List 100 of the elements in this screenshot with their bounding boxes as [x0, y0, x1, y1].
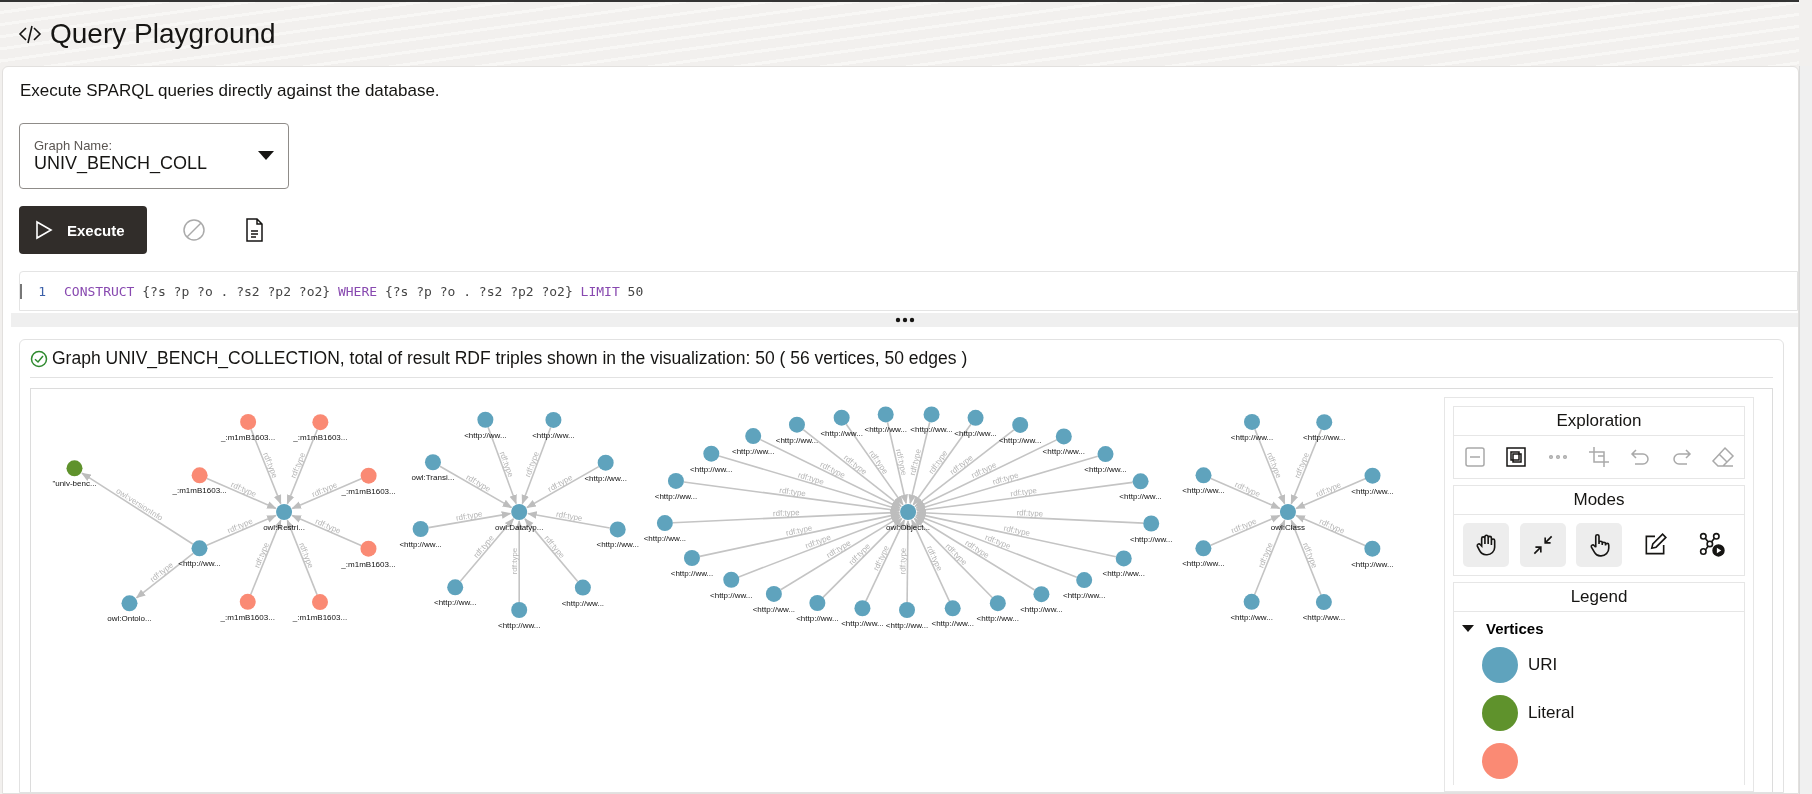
vertex — [1316, 414, 1333, 431]
legend-section-toggle[interactable]: Vertices — [1454, 612, 1552, 641]
vertex-label: _:m1mB1603... — [341, 559, 396, 569]
edge-label: rdf:type — [1016, 508, 1044, 519]
vertex — [360, 467, 377, 484]
select-button[interactable] — [1575, 523, 1622, 567]
vertex — [609, 521, 626, 538]
vertex-label: owl:Class — [1270, 523, 1306, 532]
edge-label: rdf:type — [1265, 451, 1284, 480]
panel-title: Exploration — [1454, 407, 1744, 436]
vertex-label: <http://ww... — [864, 425, 907, 435]
vertex — [703, 445, 720, 462]
graph-name-dropdown[interactable]: Graph Name: UNIV_BENCH_COLL — [19, 123, 289, 189]
vertex-label: <http://ww... — [820, 428, 863, 438]
vertex — [683, 550, 700, 566]
vertex — [66, 460, 83, 477]
panel-title: Legend — [1454, 583, 1744, 612]
edge-label: rdf:type — [772, 507, 800, 519]
vertex — [1132, 473, 1149, 490]
vertex-label: _:m1mB1603... — [292, 613, 348, 623]
vertex-label: _:m1mB1603... — [172, 486, 227, 496]
vertex — [511, 504, 528, 520]
legend-label: Literal — [1528, 703, 1575, 723]
edge-label: rdf:type — [523, 450, 541, 479]
vertex — [989, 595, 1006, 612]
vertex — [597, 454, 614, 471]
code-line[interactable]: CONSTRUCT {?s ?p ?o . ?s2 ?p2 ?o2} WHERE {?s ?p ?o . ?s2 ?p2 ?o2} LIMIT 50 — [64, 283, 644, 299]
vertex-label: _:m1mB1603... — [221, 432, 276, 442]
vertex-label: <http://ww... — [596, 540, 639, 550]
pan-button[interactable] — [1463, 523, 1510, 567]
vertex — [900, 504, 917, 520]
edge-label: rdf:type — [555, 509, 584, 524]
vertex-label: <http://ww... — [464, 430, 507, 440]
vertex — [1243, 593, 1260, 610]
vertex-label: <http://ww... — [954, 428, 997, 438]
vertex — [121, 595, 138, 612]
vertex — [809, 595, 826, 611]
vertex — [1279, 504, 1296, 520]
vertex — [191, 467, 208, 484]
vertex-label: <http://ww... — [796, 614, 839, 623]
vertex — [191, 540, 208, 557]
vertex-label: <http://ww... — [710, 590, 753, 600]
legend-label: URI — [1528, 655, 1558, 675]
vertex-label: <http://ww... — [178, 559, 221, 569]
vertex-label: <http://ww... — [752, 604, 796, 614]
vertex-label: <http://ww... — [1042, 447, 1086, 457]
vertex — [1244, 413, 1260, 430]
edge-label: rdf:type — [1002, 523, 1031, 538]
edge-label: rdf:type — [1229, 516, 1258, 536]
vertex — [312, 594, 328, 611]
shrink-button[interactable] — [1519, 523, 1566, 567]
vertex — [412, 521, 429, 537]
fit-icon[interactable] — [1504, 445, 1529, 469]
vertex — [833, 409, 850, 426]
vertex-label: "univ-benc... — [52, 479, 97, 489]
vertex-label: <http://ww... — [1302, 613, 1346, 623]
vertex-label: <http://ww... — [1020, 605, 1063, 615]
graph-play-icon — [1698, 532, 1725, 558]
vertex — [656, 515, 673, 532]
vertex — [854, 600, 871, 617]
page-title: Query Playground — [50, 18, 276, 50]
vertex-label: <http://ww... — [532, 430, 575, 440]
vertex-label: <http://ww... — [670, 569, 714, 578]
vertex-label: <http://ww... — [1230, 612, 1273, 622]
edge-label: rdf:type — [778, 485, 807, 499]
drag-handle-icon[interactable] — [894, 317, 915, 323]
vertex-label: <http://ww... — [931, 619, 974, 629]
execute-button[interactable]: Execute — [19, 206, 147, 254]
edge-label: rdf:type — [455, 509, 484, 523]
vertex — [923, 406, 940, 423]
vertex-label: _:m1mB1603... — [220, 612, 275, 622]
vertex — [1033, 586, 1050, 603]
vertex-label: owl:Object... — [886, 523, 931, 532]
vertex — [1055, 428, 1072, 445]
vertex-label: <http://ww... — [1303, 433, 1346, 443]
vertex-label: <http://ww... — [654, 491, 698, 501]
vertex-label: <http://ww... — [976, 614, 1020, 624]
vertex — [877, 406, 894, 423]
vertex-label: <http://ww... — [731, 447, 775, 457]
vertex-label: <http://ww... — [1129, 534, 1173, 544]
edge-label: rdf:type — [898, 547, 908, 575]
vertex — [899, 602, 916, 618]
vertex — [745, 428, 762, 445]
play-icon — [35, 220, 53, 240]
vertex — [1115, 550, 1132, 567]
vertex — [574, 579, 591, 596]
vertex-label: <http://ww... — [690, 464, 733, 474]
vertex — [477, 411, 494, 428]
edge-label: rdf:type — [497, 450, 516, 479]
vertex-label: <http://ww... — [497, 621, 541, 630]
vertex-label: owl:Restri... — [263, 523, 305, 532]
vertex — [1143, 515, 1160, 532]
vertex — [788, 416, 805, 433]
vertex — [1195, 540, 1212, 557]
panel-title: Modes — [1454, 486, 1744, 515]
vertex-label: <http://ww... — [399, 540, 442, 549]
vertex — [240, 413, 257, 430]
vertex-label: <http://ww... — [1182, 559, 1225, 569]
vertex — [1364, 540, 1381, 557]
vertex-label: _:m1mB1603... — [293, 433, 348, 443]
